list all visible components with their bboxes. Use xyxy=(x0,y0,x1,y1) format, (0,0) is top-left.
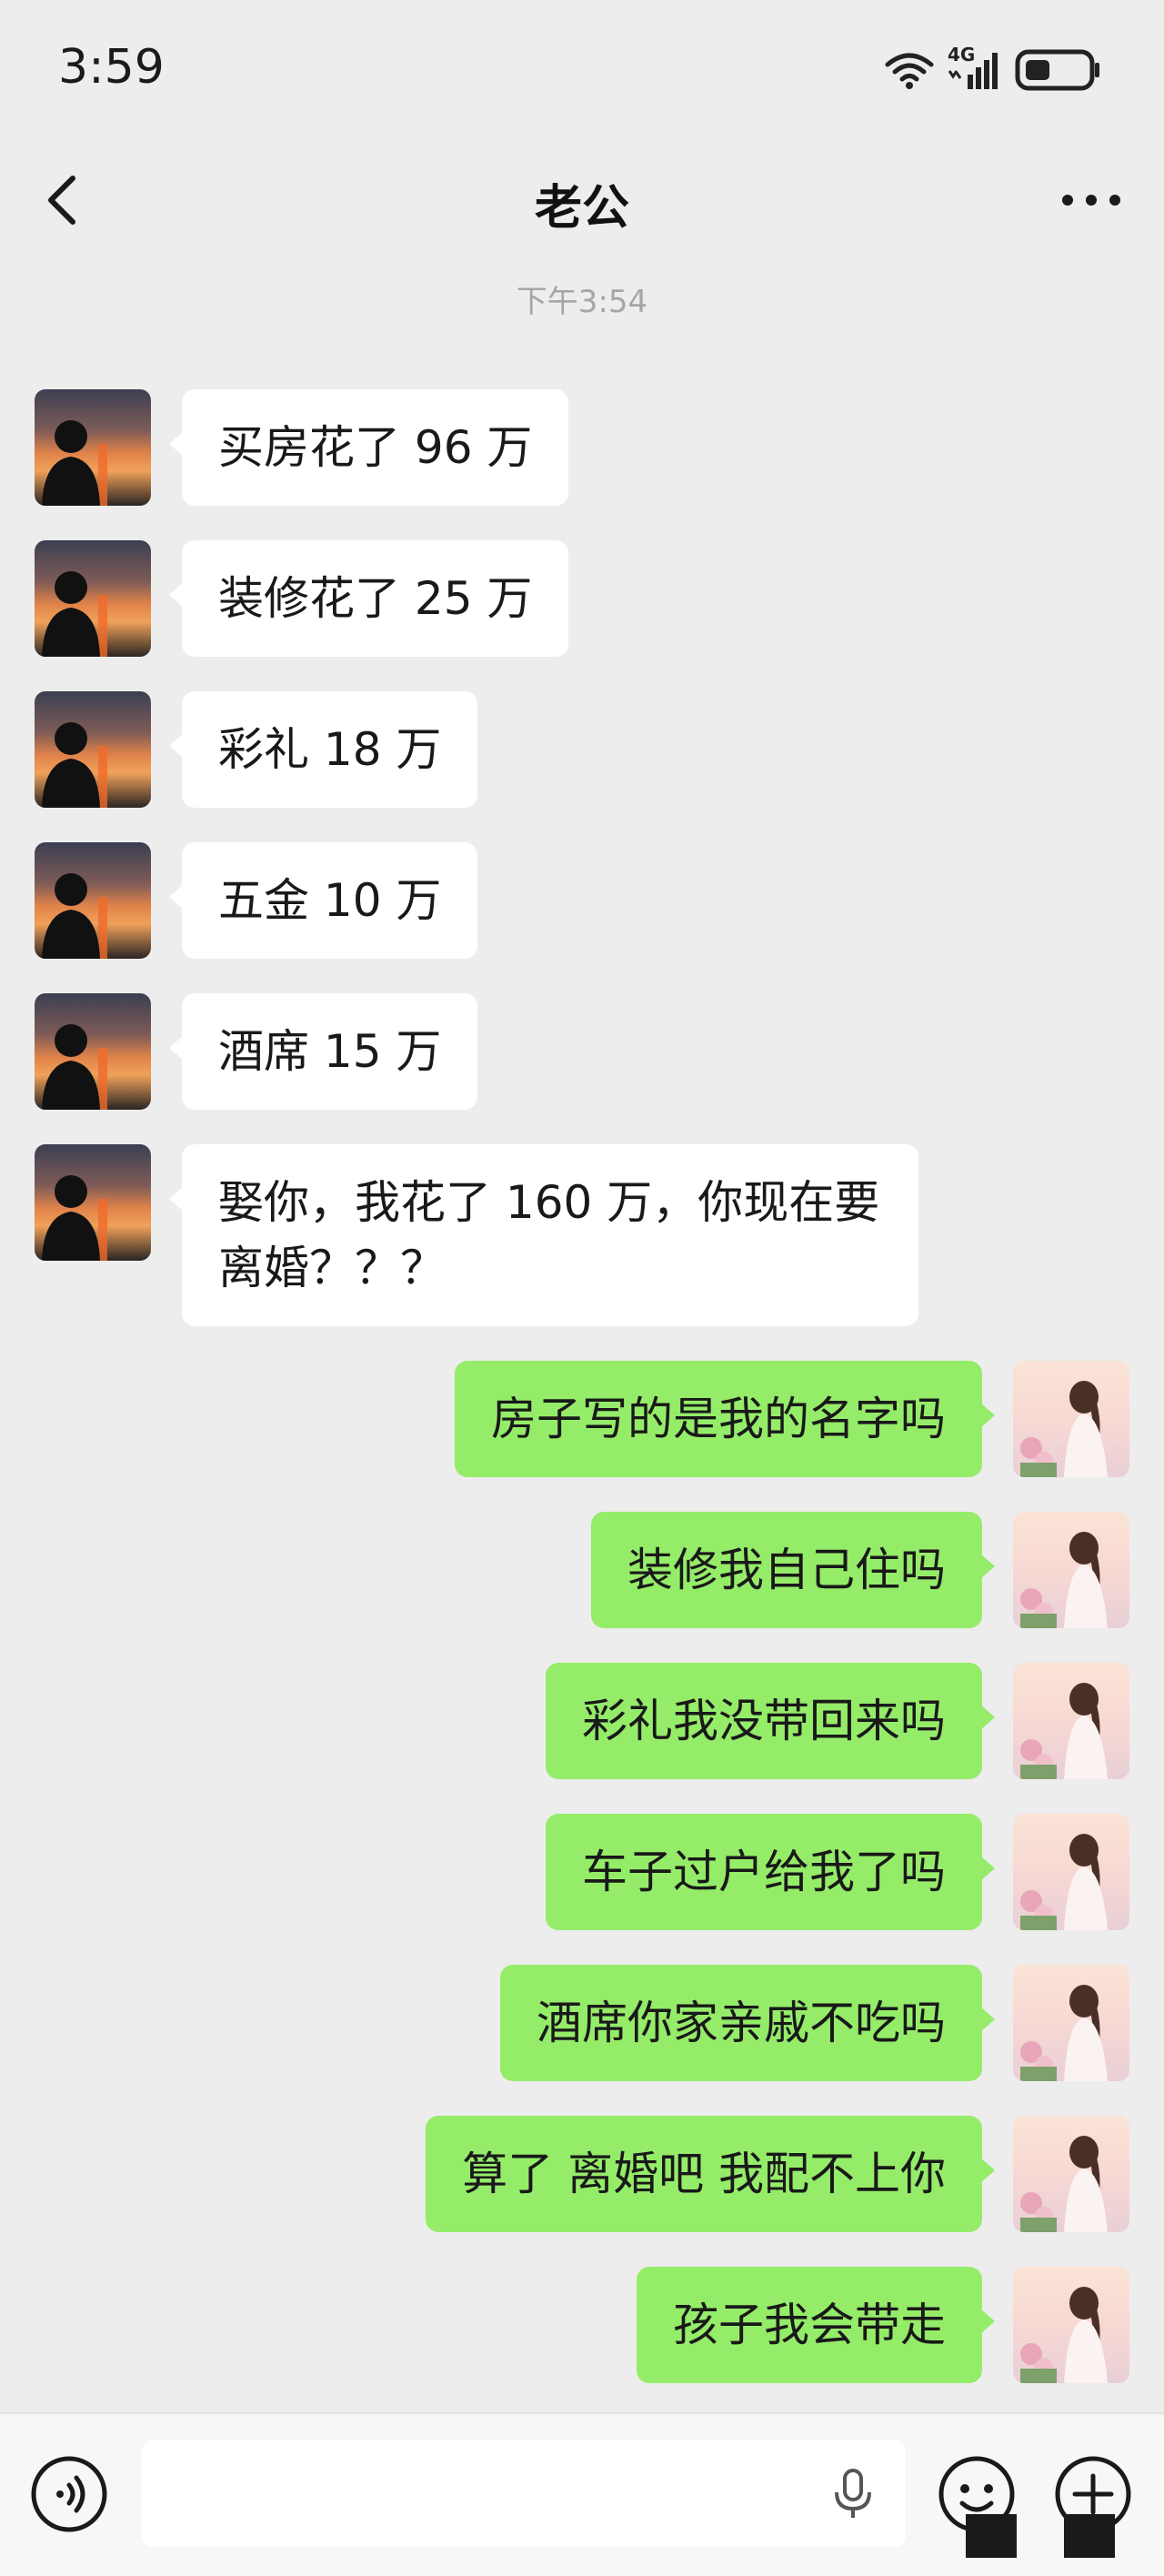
status-bar: 3:59 4G xyxy=(0,0,1164,146)
message-bubble[interactable]: 彩礼 18 万 xyxy=(168,691,478,808)
contact-avatar[interactable] xyxy=(35,842,151,959)
message-outgoing: 房子写的是我的名字吗 xyxy=(0,1361,1164,1477)
message-outgoing: 孩子我会带走 xyxy=(0,2267,1164,2383)
message-bubble[interactable]: 孩子我会带走 xyxy=(637,2267,995,2383)
battery-icon xyxy=(1015,49,1099,91)
message-bubble[interactable]: 娶你，我花了 160 万，你现在要离婚？？？ xyxy=(169,1144,918,1326)
contact-avatar[interactable] xyxy=(35,389,151,506)
message-outgoing: 装修我自己住吗 xyxy=(0,1512,1164,1628)
message-incoming: 娶你，我花了 160 万，你现在要离婚？？？ xyxy=(0,1144,1164,1326)
message-incoming: 五金 10 万 xyxy=(0,842,1164,959)
message-bubble[interactable]: 酒席你家亲戚不吃吗 xyxy=(500,1965,995,2081)
input-bar xyxy=(0,2412,1164,2576)
self-avatar[interactable] xyxy=(1013,1512,1129,1628)
message-bubble[interactable]: 算了 离婚吧 我配不上你 xyxy=(426,2116,995,2232)
contact-avatar[interactable] xyxy=(35,993,151,1110)
self-avatar[interactable] xyxy=(1013,1361,1129,1477)
contact-avatar[interactable] xyxy=(35,540,151,657)
message-outgoing: 算了 离婚吧 我配不上你 xyxy=(0,2116,1164,2232)
redaction-mark xyxy=(966,2514,1017,2558)
signal-icon: 4G xyxy=(948,44,1002,93)
self-avatar[interactable] xyxy=(1013,2267,1129,2383)
contact-avatar[interactable] xyxy=(35,691,151,808)
message-input[interactable] xyxy=(142,2440,906,2547)
message-incoming: 装修花了 25 万 xyxy=(0,540,1164,657)
message-bubble[interactable]: 车子过户给我了吗 xyxy=(546,1814,995,1930)
message-bubble[interactable]: 五金 10 万 xyxy=(168,842,478,959)
self-avatar[interactable] xyxy=(1013,1965,1129,2081)
message-bubble[interactable]: 酒席 15 万 xyxy=(168,993,478,1110)
message-list: 买房花了 96 万 装修花了 25 万 彩礼 18 万 五金 10 万 酒席 1… xyxy=(0,389,1164,2418)
message-bubble[interactable]: 装修我自己住吗 xyxy=(591,1512,995,1628)
voice-icon[interactable] xyxy=(29,2454,109,2534)
message-incoming: 买房花了 96 万 xyxy=(0,389,1164,506)
message-bubble[interactable]: 买房花了 96 万 xyxy=(168,389,569,506)
status-time: 3:59 xyxy=(58,40,165,95)
message-timestamp: 下午3:54 xyxy=(516,284,648,320)
microphone-icon[interactable] xyxy=(826,2467,880,2521)
message-outgoing: 酒席你家亲戚不吃吗 xyxy=(0,1965,1164,2081)
message-bubble[interactable]: 房子写的是我的名字吗 xyxy=(455,1361,995,1477)
wifi-icon xyxy=(885,53,934,89)
message-incoming: 酒席 15 万 xyxy=(0,993,1164,1110)
status-icons: 4G xyxy=(884,44,1102,93)
chat-header: 老公 xyxy=(0,146,1164,255)
message-outgoing: 彩礼我没带回来吗 xyxy=(0,1663,1164,1779)
redaction-mark xyxy=(1064,2514,1115,2558)
message-bubble[interactable]: 装修花了 25 万 xyxy=(168,540,569,657)
self-avatar[interactable] xyxy=(1013,1663,1129,1779)
message-bubble[interactable]: 彩礼我没带回来吗 xyxy=(546,1663,995,1779)
self-avatar[interactable] xyxy=(1013,2116,1129,2232)
self-avatar[interactable] xyxy=(1013,1814,1129,1930)
more-dots-icon[interactable] xyxy=(1055,173,1128,227)
message-outgoing: 车子过户给我了吗 xyxy=(0,1814,1164,1930)
message-incoming: 彩礼 18 万 xyxy=(0,691,1164,808)
chat-title: 老公 xyxy=(534,181,629,236)
contact-avatar[interactable] xyxy=(35,1144,151,1261)
